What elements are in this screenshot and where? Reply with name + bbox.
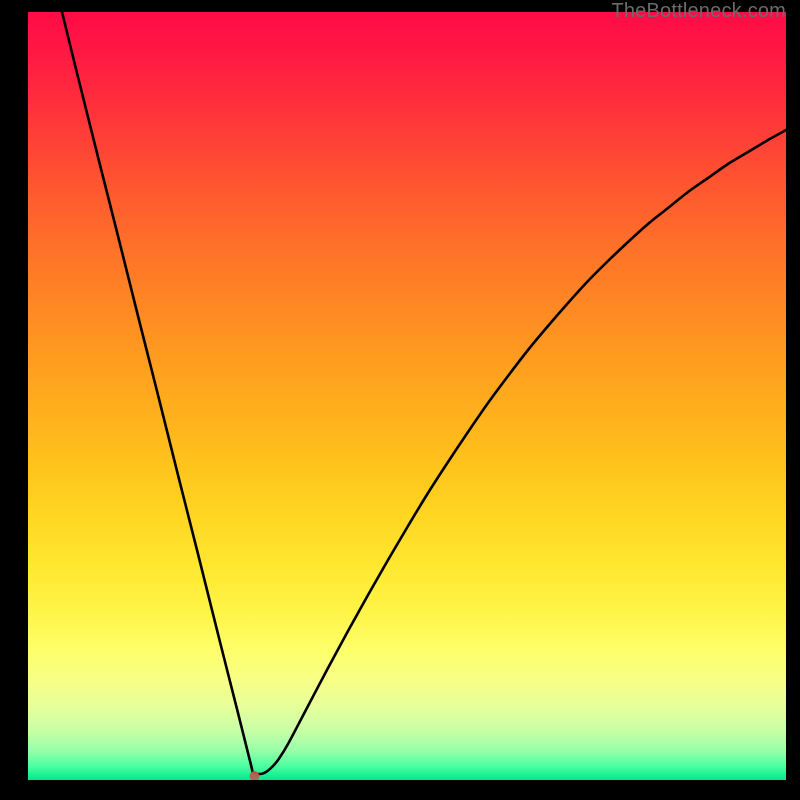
- watermark-text: TheBottleneck.com: [611, 0, 786, 23]
- plot-area: [28, 12, 786, 780]
- curve-layer: [28, 12, 786, 780]
- minimum-marker: [250, 771, 260, 780]
- bottleneck-curve: [62, 12, 786, 774]
- chart-stage: TheBottleneck.com: [0, 0, 800, 800]
